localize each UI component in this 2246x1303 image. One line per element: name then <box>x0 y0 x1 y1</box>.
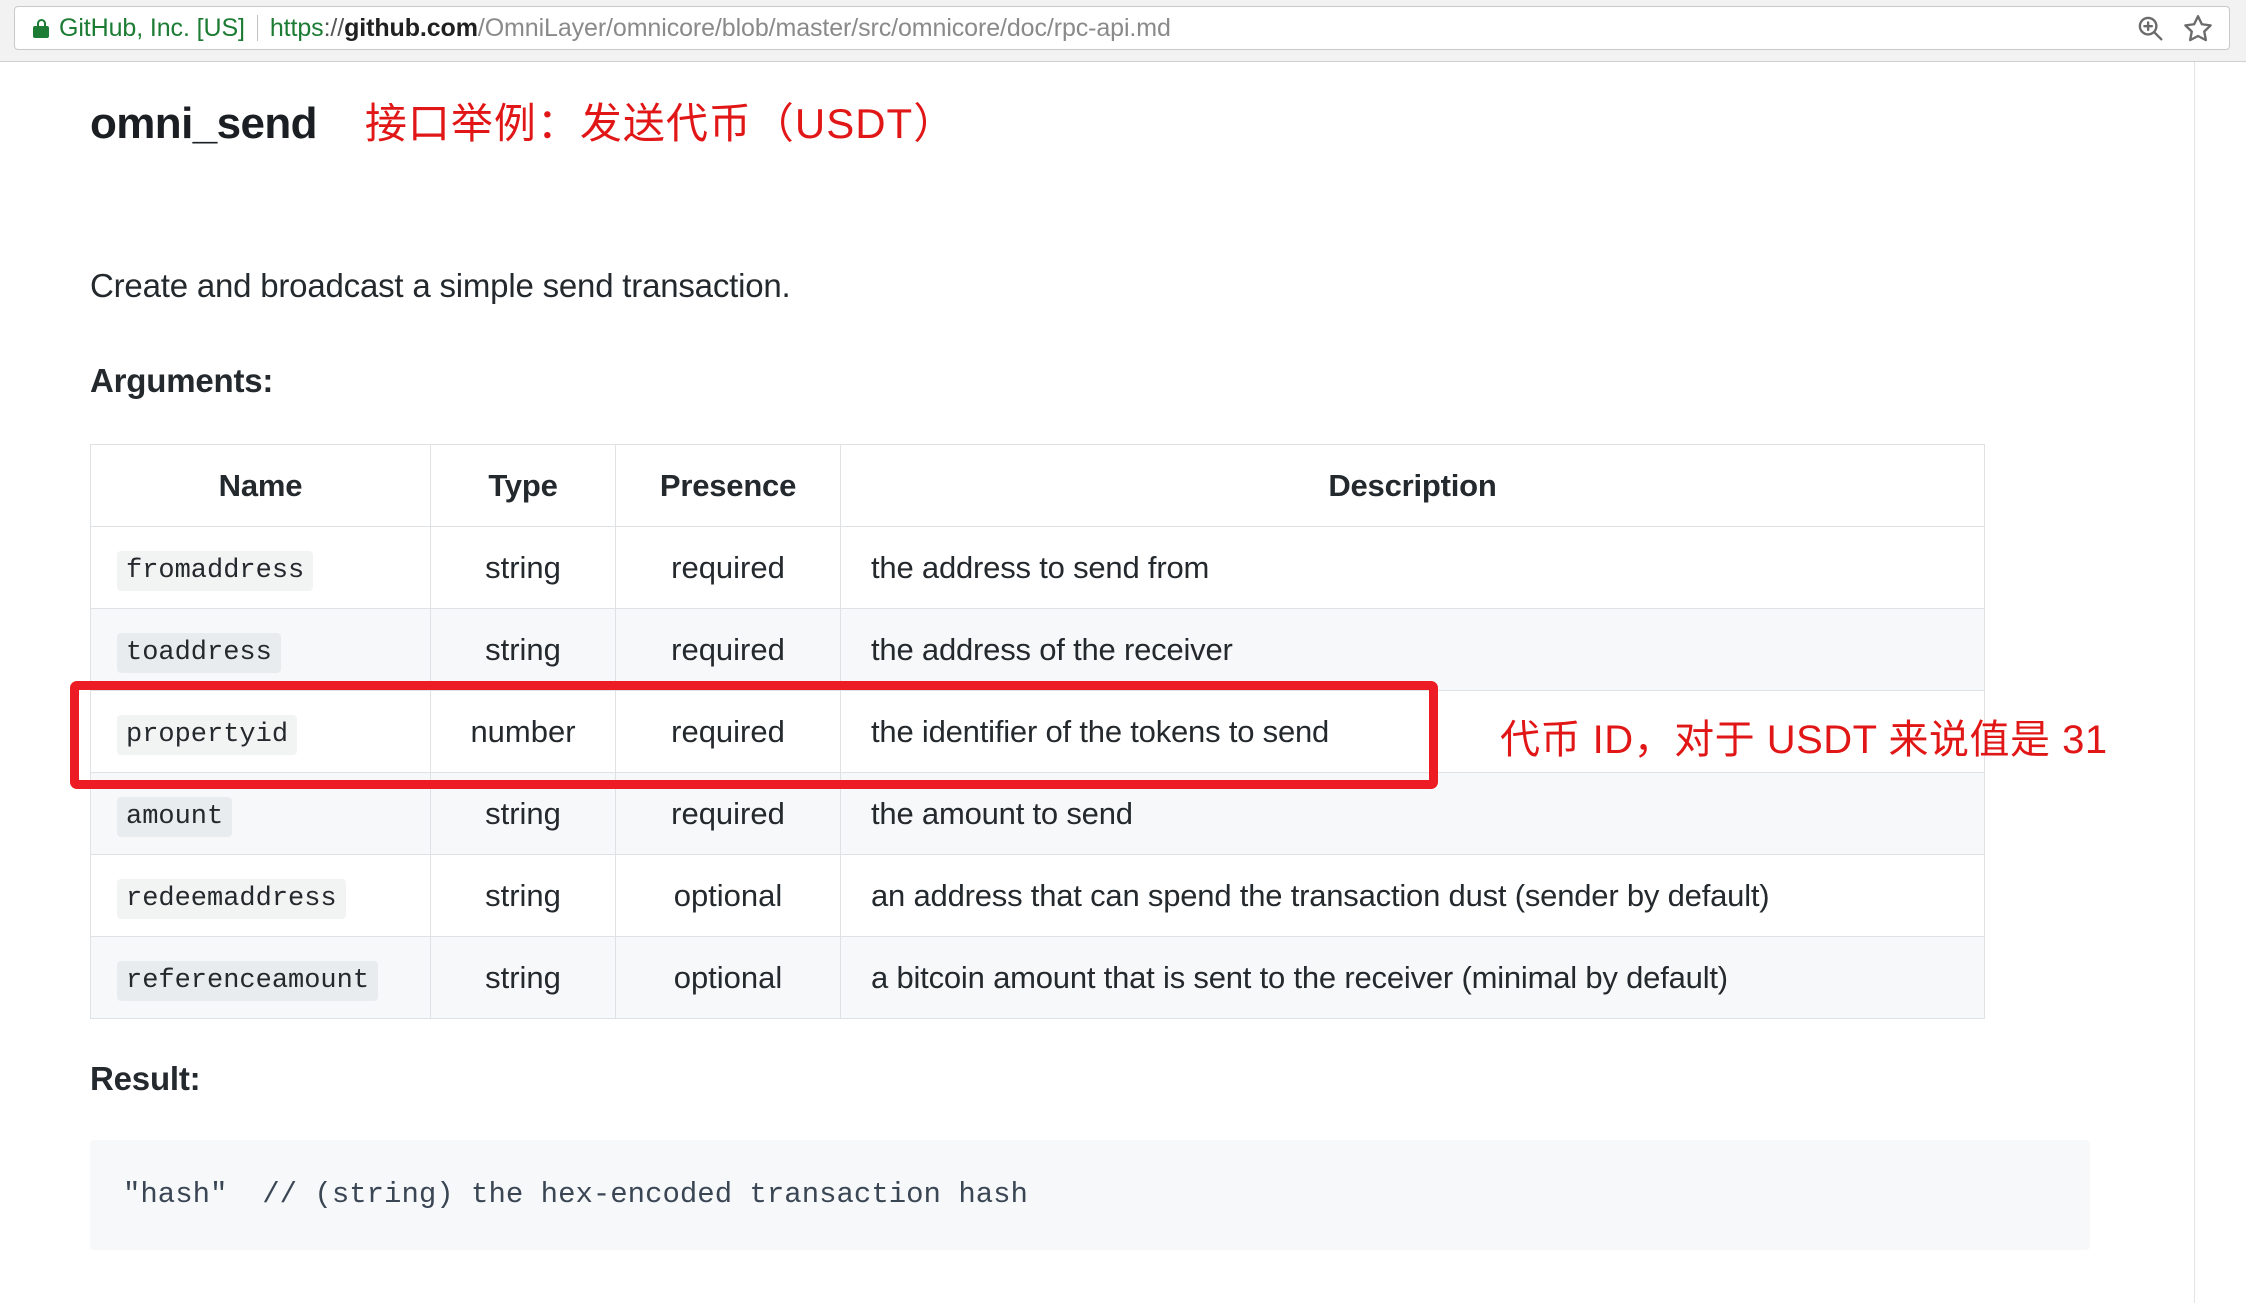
zoom-in-icon[interactable] <box>2135 13 2165 43</box>
url-scheme: https <box>269 13 324 42</box>
cell-type: number <box>430 690 616 773</box>
page-viewport: omni_send 接口举例：发送代币（USDT） Create and bro… <box>0 62 2246 1303</box>
table-row: toaddress string required the address of… <box>90 608 1985 691</box>
table-row: redeemaddress string optional an address… <box>90 854 1985 937</box>
param-name: toaddress <box>117 633 281 673</box>
cell-presence: required <box>615 608 841 691</box>
table-header-row: Name Type Presence Description <box>90 444 1985 527</box>
address-bar[interactable]: GitHub, Inc. [US] https://github.com/Omn… <box>14 6 2230 50</box>
column-header-name: Name <box>90 444 431 527</box>
param-name: referenceamount <box>117 961 379 1001</box>
cell-type: string <box>430 772 616 855</box>
cell-name: propertyid <box>90 690 431 773</box>
cell-presence: optional <box>615 854 841 937</box>
cell-description: the address to send from <box>840 526 1985 609</box>
param-name: redeemaddress <box>117 879 346 919</box>
table-row: referenceamount string optional a bitcoi… <box>90 936 1985 1019</box>
cell-presence: required <box>615 772 841 855</box>
result-code-line: "hash" // (string) the hex-encoded trans… <box>123 1178 1028 1211</box>
result-heading: Result: <box>90 1060 201 1097</box>
param-name: propertyid <box>117 715 298 755</box>
cell-description: an address that can spend the transactio… <box>840 854 1985 937</box>
omnibox-actions <box>2135 13 2219 43</box>
page-right-rule <box>2194 62 2195 1303</box>
title-annotation: 接口举例：发送代币（USDT） <box>364 100 957 147</box>
omnibox-divider <box>256 15 258 41</box>
cell-type: string <box>430 854 616 937</box>
intro-paragraph: Create and broadcast a simple send trans… <box>90 267 791 304</box>
table-row: fromaddress string required the address … <box>90 526 1985 609</box>
browser-chrome: GitHub, Inc. [US] https://github.com/Omn… <box>0 0 2246 62</box>
site-identity-label[interactable]: GitHub, Inc. [US] <box>59 14 245 43</box>
cell-presence: optional <box>615 936 841 1019</box>
table-row: amount string required the amount to sen… <box>90 772 1985 855</box>
url-text[interactable]: https://github.com/OmniLayer/omnicore/bl… <box>270 14 2135 43</box>
bookmark-star-icon[interactable] <box>2183 13 2213 43</box>
page-title: omni_send <box>90 99 317 148</box>
cell-type: string <box>430 936 616 1019</box>
param-name: amount <box>117 797 233 837</box>
url-host: github.com <box>344 13 478 42</box>
url-punct: :// <box>323 13 345 42</box>
url-path: /OmniLayer/omnicore/blob/master/src/omni… <box>477 13 1171 42</box>
lock-icon <box>33 18 49 38</box>
cell-name: toaddress <box>90 608 431 691</box>
cell-presence: required <box>615 690 841 773</box>
cell-type: string <box>430 526 616 609</box>
column-header-type: Type <box>430 444 616 527</box>
cell-presence: required <box>615 526 841 609</box>
cell-description: a bitcoin amount that is sent to the rec… <box>840 936 1985 1019</box>
heading-row: omni_send 接口举例：发送代币（USDT） <box>90 90 956 151</box>
result-code-block: "hash" // (string) the hex-encoded trans… <box>90 1140 2090 1250</box>
row-annotation: 代币 ID，对于 USDT 来说值是 31 <box>1500 718 2108 762</box>
column-header-description: Description <box>840 444 1985 527</box>
arguments-heading: Arguments: <box>90 362 274 399</box>
cell-name: amount <box>90 772 431 855</box>
cell-name: referenceamount <box>90 936 431 1019</box>
cell-name: redeemaddress <box>90 854 431 937</box>
param-name: fromaddress <box>117 551 314 591</box>
column-header-presence: Presence <box>615 444 841 527</box>
cell-name: fromaddress <box>90 526 431 609</box>
cell-description: the amount to send <box>840 772 1985 855</box>
cell-type: string <box>430 608 616 691</box>
cell-description: the address of the receiver <box>840 608 1985 691</box>
